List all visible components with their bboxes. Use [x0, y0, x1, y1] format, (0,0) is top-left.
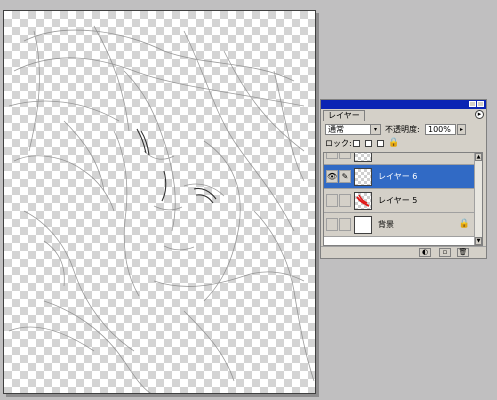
layer-row-selected[interactable]: 👁 ✎ レイヤー 6 [324, 165, 474, 189]
palette-tabs: レイヤー ▸ [321, 109, 486, 121]
new-layer-icon[interactable]: ▫ [439, 248, 451, 257]
blend-row: 通常 ▾ 不透明度: 100% ▸ [323, 123, 483, 136]
minimize-icon[interactable] [469, 101, 476, 107]
adjustment-layer-icon[interactable]: ◐ [419, 248, 431, 257]
link-toggle[interactable] [339, 218, 351, 231]
blend-mode-select[interactable]: 通常 ▾ [325, 124, 381, 135]
chevron-down-icon: ▾ [370, 125, 380, 134]
brush-icon[interactable]: ✎ [339, 170, 351, 183]
layer-thumbnail [354, 153, 372, 162]
layer-thumbnail [354, 216, 372, 234]
canvas-shadow [316, 13, 319, 397]
layer-name: レイヤー 5 [378, 196, 418, 205]
scroll-down-icon[interactable]: ▼ [475, 237, 482, 245]
lock-transparency-checkbox[interactable] [353, 140, 360, 147]
eye-icon[interactable]: 👁 [326, 170, 338, 183]
layer-row[interactable] [324, 153, 474, 165]
layer-name: レイヤー 6 [378, 172, 418, 181]
close-icon[interactable] [477, 101, 484, 107]
scroll-up-icon[interactable]: ▲ [475, 153, 482, 161]
visibility-toggle[interactable] [326, 153, 338, 159]
palette-bottom-bar: ◐ ▫ 🗑 [321, 246, 486, 258]
lock-row: ロック: 🔒 [323, 138, 483, 150]
line-art-sketch [8, 25, 315, 393]
tab-layers[interactable]: レイヤー [323, 110, 365, 121]
link-toggle[interactable] [339, 194, 351, 207]
visibility-toggle[interactable] [326, 218, 338, 231]
lock-image-checkbox[interactable] [365, 140, 372, 147]
layer-thumbnail [354, 192, 372, 210]
layer-row[interactable]: レイヤー 5 [324, 189, 474, 213]
lock-label: ロック: [325, 139, 352, 148]
palette-title-bar[interactable] [321, 100, 486, 109]
blend-mode-value: 通常 [328, 125, 344, 134]
link-toggle[interactable] [339, 153, 351, 159]
chevron-right-icon: ▸ [458, 125, 465, 134]
lock-position-checkbox[interactable] [377, 140, 384, 147]
opacity-slider-button[interactable]: ▸ [457, 124, 466, 135]
palette-menu-icon[interactable]: ▸ [475, 110, 484, 119]
layer-name: 背景 [378, 220, 394, 229]
opacity-label: 不透明度: [385, 125, 420, 134]
red-sketch-thumbnail [356, 194, 370, 207]
layers-palette: レイヤー ▸ 通常 ▾ 不透明度: 100% ▸ ロック: 🔒 👁 ✎ レイヤー… [320, 99, 487, 259]
layer-row[interactable]: 背景 🔒 [324, 213, 474, 237]
lock-icon: 🔒 [458, 219, 470, 229]
layers-scrollbar[interactable]: ▲ ▼ [474, 153, 482, 245]
canvas-shadow [6, 394, 319, 397]
layers-list: 👁 ✎ レイヤー 6 レイヤー 5 背景 🔒 ▲ ▼ [323, 152, 483, 246]
lock-all-icon[interactable]: 🔒 [388, 138, 399, 149]
opacity-field[interactable]: 100% [425, 124, 456, 135]
document-canvas[interactable] [3, 10, 316, 394]
layer-thumbnail [354, 168, 372, 186]
trash-icon[interactable]: 🗑 [457, 248, 469, 257]
opacity-value: 100% [428, 125, 451, 134]
visibility-toggle[interactable] [326, 194, 338, 207]
